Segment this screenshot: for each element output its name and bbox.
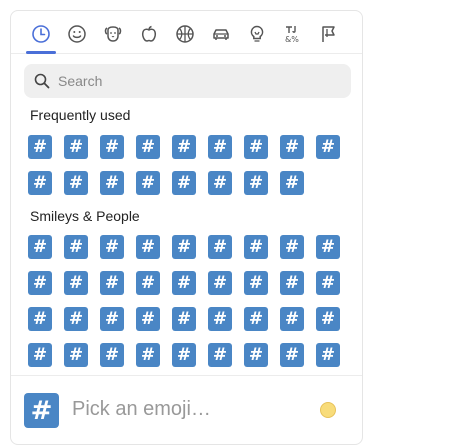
apple-icon [142, 25, 156, 42]
emoji-item[interactable]: # [100, 135, 124, 159]
emoji-item[interactable]: # [172, 271, 196, 295]
tab-animals-nature[interactable] [96, 17, 130, 51]
emoji-item[interactable]: # [208, 235, 232, 259]
preview-text: Pick an emoji… [72, 398, 211, 420]
emoji-item[interactable]: # [64, 343, 88, 367]
emoji-item[interactable]: # [244, 235, 268, 259]
emoji-item[interactable]: # [280, 235, 304, 259]
emoji-item[interactable]: # [244, 171, 268, 195]
emoji-item[interactable]: # [64, 171, 88, 195]
tab-symbols[interactable]: &% [276, 17, 310, 51]
tab-frequently-used[interactable] [24, 17, 58, 54]
emoji-item[interactable]: # [172, 307, 196, 331]
tab-smileys-people[interactable] [60, 17, 94, 51]
emoji-item[interactable]: # [244, 271, 268, 295]
preview-emoji: # [24, 393, 59, 428]
bulb-icon [250, 25, 264, 42]
emoji-item[interactable]: # [136, 135, 160, 159]
search-box [24, 64, 351, 98]
emoji-item[interactable]: # [316, 307, 340, 331]
symbols-icon: &% [285, 26, 299, 44]
car-icon [213, 29, 229, 40]
search-input[interactable] [56, 72, 340, 90]
emoji-item[interactable]: # [244, 343, 268, 367]
search-icon [34, 73, 50, 89]
smiley-icon [68, 25, 86, 43]
emoji-item[interactable]: # [208, 307, 232, 331]
emoji-item[interactable]: # [316, 135, 340, 159]
tab-objects[interactable] [240, 17, 274, 51]
emoji-item[interactable]: # [136, 307, 160, 331]
emoji-item[interactable]: # [100, 171, 124, 195]
category-bar: &% [11, 11, 362, 54]
emoji-item[interactable]: # [280, 307, 304, 331]
emoji-item[interactable]: # [100, 343, 124, 367]
emoji-item[interactable]: # [208, 135, 232, 159]
preview-footer: # Pick an emoji… [11, 375, 362, 444]
emoji-item[interactable]: # [172, 171, 196, 195]
dog-icon [104, 26, 122, 42]
emoji-item[interactable]: # [208, 271, 232, 295]
emoji-item[interactable]: # [208, 171, 232, 195]
emoji-grid-smileys: # # # # # # # # # # # # # # # # # # # # # # # # # # # # # # # # # # # # [28, 235, 340, 367]
emoji-grid-frequent: # # # # # # # # # # # # # # # # # [28, 135, 340, 195]
emoji-item[interactable]: # [208, 343, 232, 367]
emoji-item[interactable]: # [28, 235, 52, 259]
skin-tone-button[interactable] [320, 402, 336, 418]
tab-activity[interactable] [168, 17, 202, 51]
emoji-item[interactable]: # [172, 135, 196, 159]
section-label-smileys: Smileys & People [30, 208, 140, 224]
emoji-item[interactable]: # [316, 235, 340, 259]
emoji-item[interactable]: # [100, 271, 124, 295]
emoji-item[interactable]: # [64, 307, 88, 331]
emoji-item[interactable]: # [100, 307, 124, 331]
emoji-item[interactable]: # [28, 171, 52, 195]
emoji-item[interactable]: # [172, 235, 196, 259]
emoji-item[interactable]: # [64, 235, 88, 259]
clock-icon [32, 25, 50, 43]
emoji-item[interactable]: # [172, 343, 196, 367]
emoji-item[interactable]: # [316, 343, 340, 367]
emoji-item[interactable]: # [316, 271, 340, 295]
emoji-item[interactable]: # [136, 271, 160, 295]
emoji-item[interactable]: # [64, 271, 88, 295]
svg-text:&%: &% [285, 35, 299, 44]
emoji-item[interactable]: # [280, 135, 304, 159]
emoji-item[interactable]: # [244, 135, 268, 159]
emoji-item[interactable]: # [136, 235, 160, 259]
emoji-item[interactable]: # [28, 135, 52, 159]
emoji-item[interactable]: # [136, 343, 160, 367]
flag-icon [322, 26, 335, 42]
section-label-frequent: Frequently used [30, 107, 131, 123]
emoji-item[interactable]: # [64, 135, 88, 159]
emoji-item[interactable]: # [136, 171, 160, 195]
emoji-item[interactable]: # [280, 171, 304, 195]
emoji-picker: &% Frequently used # # # # # # # # # # # # # # # # # Smi… [10, 10, 363, 445]
emoji-item[interactable]: # [28, 343, 52, 367]
ball-icon [176, 25, 194, 43]
emoji-item[interactable]: # [280, 271, 304, 295]
emoji-item[interactable]: # [244, 307, 268, 331]
tab-flags[interactable] [312, 17, 346, 51]
emoji-item[interactable]: # [100, 235, 124, 259]
tab-travel-places[interactable] [204, 17, 238, 51]
emoji-item[interactable]: # [28, 307, 52, 331]
emoji-item[interactable]: # [280, 343, 304, 367]
emoji-item[interactable]: # [28, 271, 52, 295]
tab-food-drink[interactable] [132, 17, 166, 51]
